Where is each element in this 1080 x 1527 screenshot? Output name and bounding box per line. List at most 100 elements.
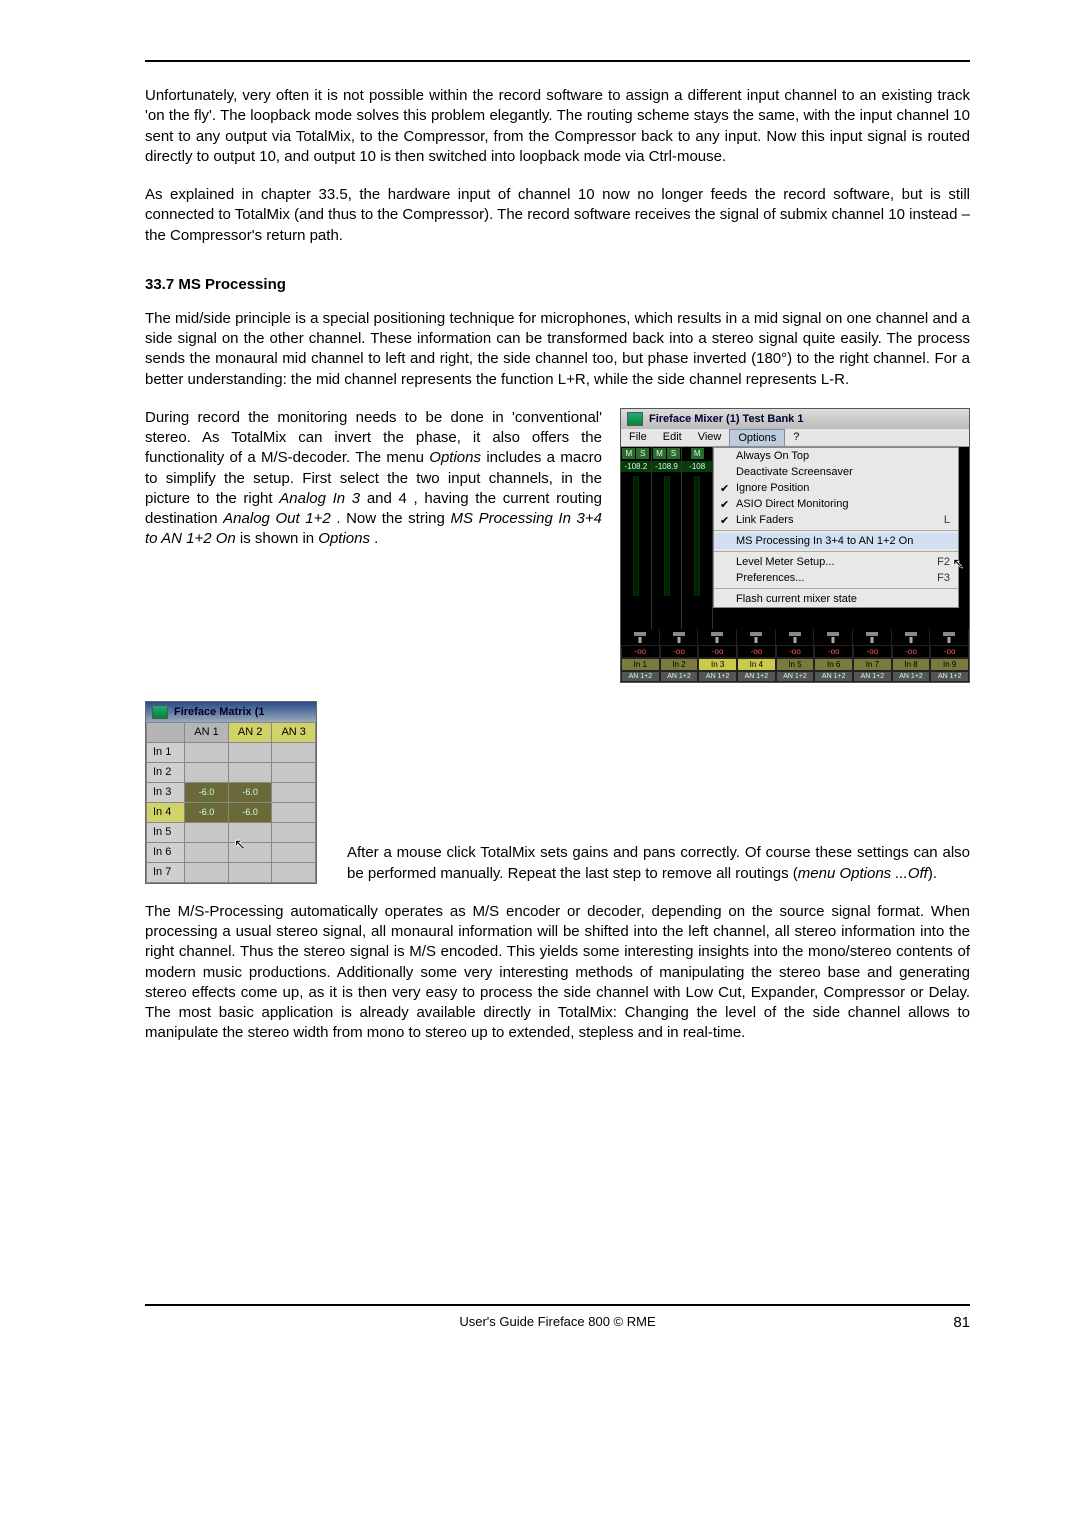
matrix-row-header[interactable]: In 6 xyxy=(147,842,185,862)
channel-routing-label[interactable]: AN 1+2 xyxy=(660,671,699,682)
channel-strip-3[interactable]: M -108 xyxy=(682,447,713,629)
channel-value: -oo xyxy=(621,645,660,658)
menu-view[interactable]: View xyxy=(690,429,730,446)
matrix-col-header[interactable]: AN 3 xyxy=(272,722,316,742)
matrix-cell[interactable] xyxy=(185,862,229,882)
matrix-cell[interactable]: -6.0 xyxy=(185,802,229,822)
channel-input-label[interactable]: In 9 xyxy=(930,658,969,671)
matrix-cell[interactable] xyxy=(185,762,229,782)
channel-routing-label[interactable]: AN 1+2 xyxy=(814,671,853,682)
matrix-cell[interactable] xyxy=(228,742,272,762)
channel-routing-label[interactable]: AN 1+2 xyxy=(776,671,815,682)
matrix-cell[interactable] xyxy=(185,822,229,842)
matrix-cell[interactable] xyxy=(272,822,316,842)
fader-icon[interactable] xyxy=(814,629,853,645)
matrix-cell[interactable] xyxy=(228,862,272,882)
menu-item[interactable]: Flash current mixer state xyxy=(714,591,958,607)
paragraph-2: As explained in chapter 33.5, the hardwa… xyxy=(145,185,970,246)
options-menu-dropdown[interactable]: Always On TopDeactivate Screensaver✔Igno… xyxy=(713,447,959,608)
matrix-row-header[interactable]: In 3 xyxy=(147,782,185,802)
mixer-title: Fireface Mixer (1) Test Bank 1 xyxy=(649,413,803,425)
matrix-cell[interactable] xyxy=(272,862,316,882)
mixer-window[interactable]: Fireface Mixer (1) Test Bank 1 FileEditV… xyxy=(620,408,970,683)
matrix-col-header[interactable]: AN 2 xyxy=(228,722,272,742)
channel-strip-2[interactable]: MS -108.9 xyxy=(652,447,683,629)
mute-button[interactable]: M xyxy=(622,448,635,459)
menu-item[interactable]: ✔ASIO Direct Monitoring xyxy=(714,496,958,512)
channel-input-label[interactable]: In 5 xyxy=(776,658,815,671)
section-title: 33.7 MS Processing xyxy=(145,276,970,293)
channel-input-label[interactable]: In 6 xyxy=(814,658,853,671)
menu-item[interactable]: ✔Ignore Position xyxy=(714,480,958,496)
matrix-cell[interactable] xyxy=(272,742,316,762)
channel-value: -oo xyxy=(853,645,892,658)
matrix-cell[interactable] xyxy=(228,762,272,782)
matrix-cell[interactable]: -6.0 xyxy=(228,782,272,802)
page-footer: User's Guide Fireface 800 © RME 81 xyxy=(145,1304,970,1329)
matrix-window[interactable]: Fireface Matrix (1 AN 1AN 2AN 3In 1In 2I… xyxy=(145,701,317,884)
fader-icon[interactable] xyxy=(853,629,892,645)
menu-file[interactable]: File xyxy=(621,429,655,446)
mute-button[interactable]: M xyxy=(691,448,704,459)
matrix-row-header[interactable]: In 7 xyxy=(147,862,185,882)
channel-value: -oo xyxy=(660,645,699,658)
menu-edit[interactable]: Edit xyxy=(655,429,690,446)
fader-icon[interactable] xyxy=(737,629,776,645)
page: Unfortunately, very often it is not poss… xyxy=(0,0,1080,1369)
menu-item[interactable]: Deactivate Screensaver xyxy=(714,464,958,480)
paragraph-3: The mid/side principle is a special posi… xyxy=(145,309,970,390)
menu-item[interactable]: Preferences...F3 xyxy=(714,570,958,586)
matrix-cell[interactable] xyxy=(272,782,316,802)
channel-input-label[interactable]: In 1 xyxy=(621,658,660,671)
channel-strip-1[interactable]: MS -108.2 xyxy=(621,447,652,629)
channel-input-label[interactable]: In 7 xyxy=(853,658,892,671)
channel-input-label[interactable]: In 2 xyxy=(660,658,699,671)
channel-input-label[interactable]: In 3 xyxy=(698,658,737,671)
channel-routing-label[interactable]: AN 1+2 xyxy=(853,671,892,682)
matrix-grid[interactable]: AN 1AN 2AN 3In 1In 2In 3-6.0-6.0In 4-6.0… xyxy=(146,722,316,883)
menu-item[interactable]: Level Meter Setup...F2 xyxy=(714,554,958,570)
channel-routing-label[interactable]: AN 1+2 xyxy=(930,671,969,682)
fader-icon[interactable] xyxy=(892,629,931,645)
matrix-row-header[interactable]: In 5 xyxy=(147,822,185,842)
channel-value: -oo xyxy=(737,645,776,658)
fader-icon[interactable] xyxy=(776,629,815,645)
channel-routing-label[interactable]: AN 1+2 xyxy=(621,671,660,682)
matrix-cell[interactable] xyxy=(272,842,316,862)
fader-icon[interactable] xyxy=(930,629,969,645)
menu-item[interactable]: MS Processing In 3+4 to AN 1+2 On xyxy=(714,533,958,549)
mixer-menubar[interactable]: FileEditViewOptions? xyxy=(621,429,969,447)
matrix-titlebar[interactable]: Fireface Matrix (1 xyxy=(146,702,316,722)
matrix-cell[interactable] xyxy=(185,742,229,762)
matrix-col-header[interactable]: AN 1 xyxy=(185,722,229,742)
matrix-cell[interactable] xyxy=(272,802,316,822)
menu-?[interactable]: ? xyxy=(785,429,807,446)
matrix-cell[interactable]: -6.0 xyxy=(185,782,229,802)
channel-input-label[interactable]: In 4 xyxy=(737,658,776,671)
solo-button[interactable]: S xyxy=(667,448,680,459)
fader-icon[interactable] xyxy=(660,629,699,645)
app-icon xyxy=(152,705,168,719)
level-meter xyxy=(633,476,639,596)
matrix-row-header[interactable]: In 1 xyxy=(147,742,185,762)
page-number: 81 xyxy=(953,1314,970,1331)
mute-button[interactable]: M xyxy=(653,448,666,459)
channel-input-label[interactable]: In 8 xyxy=(892,658,931,671)
matrix-row-header[interactable]: In 4 xyxy=(147,802,185,822)
menu-item[interactable]: Always On Top xyxy=(714,448,958,464)
fader-icon[interactable] xyxy=(621,629,660,645)
channel-routing-label[interactable]: AN 1+2 xyxy=(737,671,776,682)
mouse-cursor-icon: ↖ xyxy=(952,555,964,572)
mixer-titlebar[interactable]: Fireface Mixer (1) Test Bank 1 xyxy=(621,409,969,429)
top-rule xyxy=(145,60,970,62)
matrix-cell[interactable]: -6.0 xyxy=(228,802,272,822)
matrix-row-header[interactable]: In 2 xyxy=(147,762,185,782)
fader-icon[interactable] xyxy=(698,629,737,645)
channel-routing-label[interactable]: AN 1+2 xyxy=(892,671,931,682)
matrix-cell[interactable] xyxy=(185,842,229,862)
menu-item[interactable]: ✔Link FadersL xyxy=(714,512,958,528)
matrix-cell[interactable] xyxy=(272,762,316,782)
channel-routing-label[interactable]: AN 1+2 xyxy=(698,671,737,682)
solo-button[interactable]: S xyxy=(636,448,649,459)
menu-options[interactable]: Options xyxy=(729,429,785,446)
